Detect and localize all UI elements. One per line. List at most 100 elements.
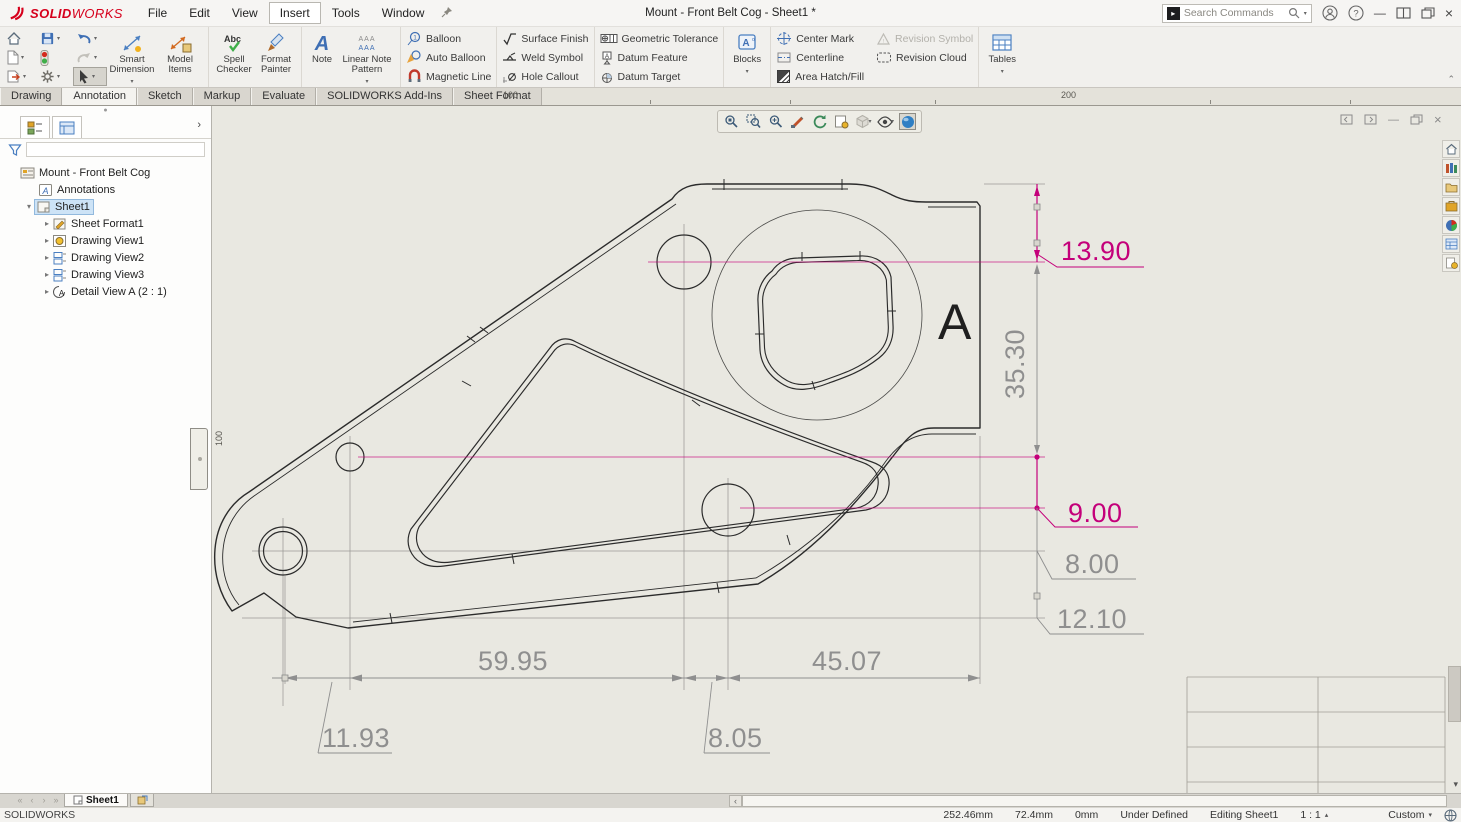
note-button[interactable]: A Note (307, 29, 337, 87)
rotate-view-icon[interactable] (811, 113, 828, 130)
featuremanager-tab[interactable] (20, 116, 50, 138)
geometric-tolerance-button[interactable]: Geometric Tolerance (600, 29, 718, 48)
tab-drawing[interactable]: Drawing (0, 88, 63, 105)
search-dropdown-icon[interactable]: ▾ (1304, 10, 1307, 17)
zoom-to-area-icon[interactable] (745, 113, 762, 130)
custom-properties-icon[interactable] (1442, 235, 1460, 253)
next-sheet-icon[interactable]: › (38, 794, 50, 807)
sheet1-selected[interactable]: Sheet1 (34, 198, 94, 215)
search-scope-icon[interactable]: ▸ (1166, 6, 1180, 20)
dimension-9-00[interactable]: 9.00 (1068, 498, 1123, 528)
graphics-area[interactable]: A 13.90 9.00 35.30 8.00 12.10 59.95 45.0… (212, 106, 1461, 793)
tree-item-drawing-view3[interactable]: ▸ Drawing View3 (0, 266, 211, 283)
part-outline[interactable] (213, 183, 981, 629)
expander-icon[interactable]: ▸ (42, 253, 52, 262)
status-tag-icon[interactable] (1444, 808, 1457, 822)
scroll-down-chevron[interactable]: ▾ (1453, 779, 1458, 790)
document-manager-icon[interactable] (1442, 254, 1460, 272)
format-painter-button[interactable]: Format Painter (256, 29, 296, 87)
menu-tools[interactable]: Tools (321, 2, 371, 24)
home-tab-icon[interactable] (1442, 140, 1460, 158)
tree-root[interactable]: Mount - Front Belt Cog (0, 164, 211, 181)
vertical-scrollbar-thumb[interactable] (1448, 666, 1461, 722)
last-sheet-icon[interactable]: » (50, 794, 62, 807)
revision-cloud-button[interactable]: Revision Cloud (876, 48, 973, 67)
menu-file[interactable]: File (137, 2, 178, 24)
search-commands-box[interactable]: ▸ ▾ (1161, 3, 1312, 23)
ribbon-collapse-chevron[interactable]: ⌃ (1447, 74, 1455, 85)
expander-icon[interactable]: ▸ (42, 287, 52, 296)
select-dropdown-icon[interactable]: ▾ (92, 73, 95, 80)
panel-splitter-dot[interactable]: ● (0, 106, 211, 115)
datum-target-button[interactable]: Datum Target (600, 67, 719, 86)
rebuild-button[interactable] (37, 48, 73, 67)
close-button[interactable]: × (1445, 5, 1453, 21)
panel-splitter-grip[interactable] (190, 428, 208, 490)
zoom-to-fit-icon[interactable] (723, 113, 740, 130)
centerline-button[interactable]: Centerline (776, 48, 864, 67)
spell-checker-button[interactable]: Abc Spell Checker (214, 29, 254, 87)
sheet1-tab[interactable]: Sheet1 (64, 794, 128, 807)
3d-drawing-view-icon[interactable] (789, 113, 806, 130)
file-explorer-icon[interactable] (1442, 178, 1460, 196)
balloon-button[interactable]: 1 Balloon (406, 29, 491, 48)
new-dropdown-icon[interactable]: ▾ (21, 54, 24, 61)
undo-button[interactable]: ▾ (73, 29, 107, 48)
drawing-sheet[interactable]: A 13.90 9.00 35.30 8.00 12.10 59.95 45.0… (212, 106, 1448, 793)
units-dropdown-icon[interactable]: ▾ (1428, 811, 1432, 819)
tree-filter-input[interactable] (26, 142, 205, 157)
expander-icon[interactable]: ▸ (42, 236, 52, 245)
redo-button[interactable]: ▾ (73, 48, 107, 67)
minimize-button[interactable]: — (1374, 6, 1386, 20)
publish-button[interactable]: ▾ (3, 67, 37, 86)
save-dropdown-icon[interactable]: ▾ (57, 35, 60, 42)
panel-expand-chevron[interactable]: › (197, 119, 201, 131)
scale-dropdown-icon[interactable]: ▴ (1325, 811, 1329, 819)
home-button[interactable] (3, 29, 37, 48)
doc-close-icon[interactable]: × (1434, 112, 1442, 127)
smart-dimension-button[interactable]: Smart Dimension ▾ (109, 29, 155, 87)
filter-icon[interactable] (8, 143, 22, 157)
sheet-nav-buttons[interactable]: « ‹ › » (14, 794, 62, 807)
tab-evaluate[interactable]: Evaluate (251, 88, 317, 105)
publish-dropdown-icon[interactable]: ▾ (23, 73, 26, 80)
tree-item-sheet1[interactable]: ▾ Sheet1 (0, 198, 211, 215)
help-icon[interactable]: ? (1348, 5, 1364, 21)
tab-markup[interactable]: Markup (192, 88, 252, 105)
zoom-in-out-icon[interactable] (767, 113, 784, 130)
select-tool-button[interactable]: ▾ (73, 67, 107, 86)
prev-sheet-icon[interactable]: ‹ (26, 794, 38, 807)
revision-symbol-button[interactable]: ! Revision Symbol (876, 29, 973, 48)
magnetic-line-button[interactable]: Magnetic Line (406, 67, 491, 86)
tree-item-sheet-format1[interactable]: ▸ Sheet Format1 (0, 215, 211, 232)
options-dropdown-icon[interactable]: ▾ (57, 73, 60, 80)
linear-note-pattern-flyout-icon[interactable]: ▾ (365, 77, 368, 87)
status-sheet-scale[interactable]: 1 : 1 (1300, 809, 1320, 821)
tile-windows-icon[interactable] (1396, 7, 1411, 19)
expander-icon[interactable]: ▾ (24, 202, 34, 211)
weld-symbol-button[interactable]: Weld Symbol (502, 48, 588, 67)
tab-annotation[interactable]: Annotation (62, 88, 137, 105)
sheet-properties-icon[interactable] (833, 113, 850, 130)
user-account-icon[interactable] (1322, 5, 1338, 21)
hole-callout-button[interactable]: Hole Callout (502, 67, 588, 86)
expander-icon[interactable]: ▸ (42, 219, 52, 228)
design-library-icon[interactable] (1442, 159, 1460, 177)
tree-item-detail-view-a[interactable]: ▸ A Detail View A (2 : 1) (0, 283, 211, 300)
search-input[interactable] (1183, 7, 1284, 19)
part-cutouts[interactable] (407, 255, 894, 568)
tab-solidworks-add-ins[interactable]: SOLIDWORKS Add-Ins (316, 88, 454, 105)
menu-insert[interactable]: Insert (268, 2, 321, 24)
dimension-texts[interactable]: 35.30 8.00 12.10 59.95 45.07 11.93 8.05 (322, 329, 1127, 753)
auto-balloon-button[interactable]: Auto Balloon (406, 48, 491, 67)
blocks-flyout-icon[interactable]: ▾ (746, 67, 749, 77)
horizontal-scrollbar-thumb[interactable] (742, 795, 1447, 807)
model-items-button[interactable]: Model Items (157, 29, 203, 87)
restore-button[interactable] (1421, 7, 1435, 19)
collapse-pane-right-icon[interactable] (1364, 114, 1377, 125)
datum-feature-button[interactable]: A Datum Feature (600, 48, 719, 67)
dimension-13-90[interactable]: 13.90 (1061, 236, 1131, 266)
doc-minimize-icon[interactable]: — (1388, 114, 1399, 126)
linear-note-pattern-button[interactable]: AAA AAA Linear Note Pattern ▾ (339, 29, 395, 87)
tree-item-drawing-view1[interactable]: ▸ Drawing View1 (0, 232, 211, 249)
